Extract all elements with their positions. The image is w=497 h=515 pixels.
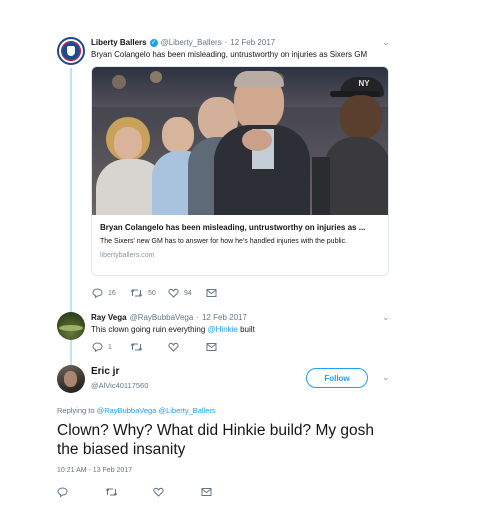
message-button[interactable] (201, 487, 212, 497)
tweet-text-part: built (237, 325, 255, 334)
retweet-button[interactable] (130, 342, 168, 352)
liberty-ballers-avatar[interactable] (57, 37, 85, 65)
like-button[interactable] (153, 487, 201, 497)
cap-logo: NY (358, 79, 370, 88)
separator-dot: · (196, 313, 199, 322)
retweet-icon (130, 343, 143, 351)
reply-count: 16 (108, 289, 116, 297)
main-author-handle[interactable]: @AlVic40117560 (91, 381, 148, 390)
like-button[interactable]: 94 (168, 288, 206, 298)
link-card[interactable]: NY Bryan Colangelo has been misleading, … (91, 66, 389, 276)
card-description: The Sixers' new GM has to answer for how… (100, 238, 348, 245)
author-handle[interactable]: @Liberty_Ballers (161, 38, 222, 47)
like-icon (168, 288, 179, 298)
retweet-button[interactable] (105, 487, 153, 497)
author-name[interactable]: Ray Vega (91, 313, 127, 322)
main-tweet-text: Clown? Why? What did Hinkie build? My go… (57, 422, 375, 458)
like-button[interactable] (168, 342, 206, 352)
logo-shield-icon (62, 42, 80, 60)
like-icon (153, 487, 164, 497)
retweet-icon (105, 488, 118, 496)
reply-icon (92, 288, 103, 298)
replying-prefix: Replying to (57, 406, 97, 415)
reply-button[interactable] (57, 487, 105, 497)
tweet-text: This clown going ruin everything @Hinkie… (91, 325, 255, 334)
main-author-name[interactable]: Eric jr (91, 366, 119, 377)
tweet-actions (57, 487, 212, 497)
chevron-down-icon[interactable]: ⌄ (382, 312, 390, 323)
author-handle[interactable]: @RayBubbaVega (130, 313, 194, 322)
avatar-face-shape (64, 371, 77, 387)
message-button[interactable] (206, 288, 217, 298)
reply-count: 1 (108, 343, 112, 351)
replying-to-line: Replying to @RayBubbaVega @Liberty_Balle… (57, 406, 216, 415)
card-domain: libertyballers.com (100, 252, 155, 259)
separator-dot: · (224, 38, 228, 47)
message-icon (206, 289, 217, 297)
tweet-actions: 16 50 94 (92, 288, 217, 298)
tweet-date[interactable]: 12 Feb 2017 (230, 38, 275, 47)
avatar-field-shape (59, 325, 83, 331)
message-icon (206, 343, 217, 351)
retweet-button[interactable]: 50 (130, 288, 168, 298)
like-icon (168, 342, 179, 352)
tweet-date[interactable]: 12 Feb 2017 (202, 313, 247, 322)
reply-button[interactable]: 16 (92, 288, 130, 298)
author-name[interactable]: Liberty Ballers (91, 38, 147, 47)
tweet-actions: 1 (92, 342, 217, 352)
chevron-down-icon[interactable]: ⌄ (382, 37, 390, 48)
eric-jr-avatar[interactable] (57, 365, 85, 393)
follow-button[interactable]: Follow (306, 368, 368, 388)
mention-link[interactable]: @Liberty_Ballers (158, 406, 215, 415)
retweet-icon (130, 289, 143, 297)
mention-link[interactable]: @Hinkie (208, 325, 238, 334)
verified-badge-icon: ✓ (149, 38, 158, 47)
tweet-timestamp[interactable]: 10:21 AM - 13 Feb 2017 (57, 467, 132, 474)
chevron-down-icon[interactable]: ⌄ (382, 372, 390, 383)
ray-vega-avatar[interactable] (57, 312, 85, 340)
reply-button[interactable]: 1 (92, 342, 130, 352)
card-title: Bryan Colangelo has been misleading, unt… (100, 223, 366, 232)
message-icon (201, 488, 212, 496)
retweet-count: 50 (148, 289, 156, 297)
like-count: 94 (184, 289, 192, 297)
tweet-header: Liberty Ballers ✓ @Liberty_Ballers · 12 … (91, 38, 275, 47)
tweet-text: Bryan Colangelo has been misleading, unt… (91, 50, 368, 59)
mention-link[interactable]: @RayBubbaVega (97, 406, 157, 415)
tweet-text-part: This clown going ruin everything (91, 325, 208, 334)
reply-icon (92, 342, 103, 352)
card-image: NY (92, 67, 388, 215)
message-button[interactable] (206, 342, 217, 352)
tweet-header: Ray Vega @RayBubbaVega · 12 Feb 2017 (91, 313, 247, 322)
reply-icon (57, 487, 68, 497)
